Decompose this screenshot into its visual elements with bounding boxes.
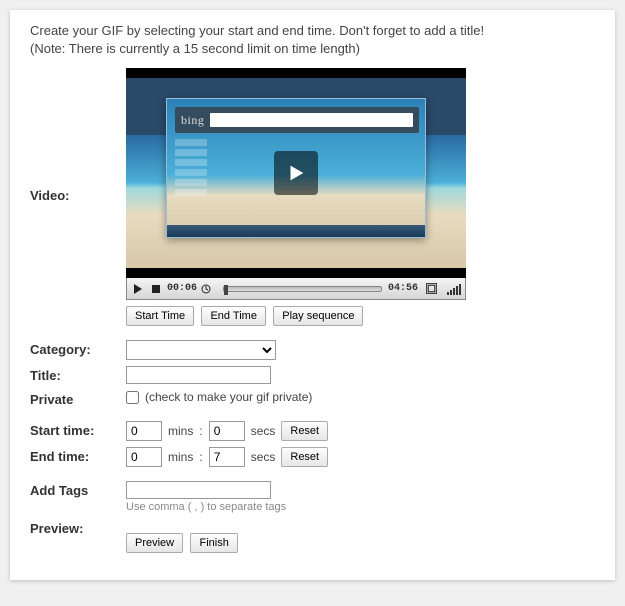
start-time-button[interactable]: Start Time [126, 306, 194, 326]
add-tags-label: Add Tags [30, 481, 126, 498]
time-colon-2: : [199, 450, 202, 464]
bing-search-bar [210, 113, 413, 127]
start-time-label: Start time: [30, 421, 126, 438]
current-time: 00:06 [167, 283, 197, 294]
start-mins-input[interactable] [126, 421, 162, 441]
end-time-label: End time: [30, 447, 126, 464]
private-label: Private [30, 390, 126, 407]
clock-icon [199, 282, 213, 296]
play-overlay-button[interactable] [274, 151, 318, 195]
instructions-line2: (Note: There is currently a 15 second li… [30, 41, 360, 56]
secs-label: secs [251, 424, 276, 438]
title-input[interactable] [126, 366, 271, 384]
play-button[interactable] [131, 282, 145, 296]
start-secs-input[interactable] [209, 421, 245, 441]
tags-input[interactable] [126, 481, 271, 499]
bing-logo: bing [181, 113, 204, 128]
end-secs-input[interactable] [209, 447, 245, 467]
start-reset-button[interactable]: Reset [281, 421, 328, 441]
fullscreen-button[interactable] [424, 282, 438, 296]
total-time: 04:56 [388, 283, 418, 294]
seek-knob[interactable] [224, 285, 228, 295]
private-hint: (check to make your gif private) [145, 390, 312, 404]
play-sequence-button[interactable]: Play sequence [273, 306, 363, 326]
preview-label: Preview: [30, 519, 126, 536]
end-reset-button[interactable]: Reset [281, 447, 328, 467]
video-controls-bar: 00:06 04:56 [126, 278, 466, 300]
mins-label: mins [168, 424, 193, 438]
end-mins-input[interactable] [126, 447, 162, 467]
title-label: Title: [30, 366, 126, 383]
volume-control[interactable] [446, 283, 461, 295]
play-icon [285, 162, 307, 184]
finish-button[interactable]: Finish [190, 533, 237, 553]
category-select[interactable] [126, 340, 276, 360]
instructions: Create your GIF by selecting your start … [30, 22, 595, 58]
end-time-button[interactable]: End Time [201, 306, 265, 326]
mins-label-2: mins [168, 450, 193, 464]
stop-button[interactable] [149, 282, 163, 296]
instructions-line1: Create your GIF by selecting your start … [30, 23, 484, 38]
video-thumbnail: bing [126, 78, 466, 268]
stop-icon [151, 284, 161, 294]
time-colon: : [199, 424, 202, 438]
category-label: Category: [30, 340, 126, 357]
tags-hint: Use comma ( , ) to separate tags [126, 501, 595, 513]
video-label: Video: [30, 68, 126, 203]
video-player[interactable]: bing [126, 68, 466, 278]
seek-bar[interactable] [223, 286, 382, 292]
preview-button[interactable]: Preview [126, 533, 183, 553]
private-checkbox[interactable] [126, 391, 139, 404]
secs-label-2: secs [251, 450, 276, 464]
fullscreen-icon [426, 283, 437, 294]
play-small-icon [133, 284, 143, 294]
